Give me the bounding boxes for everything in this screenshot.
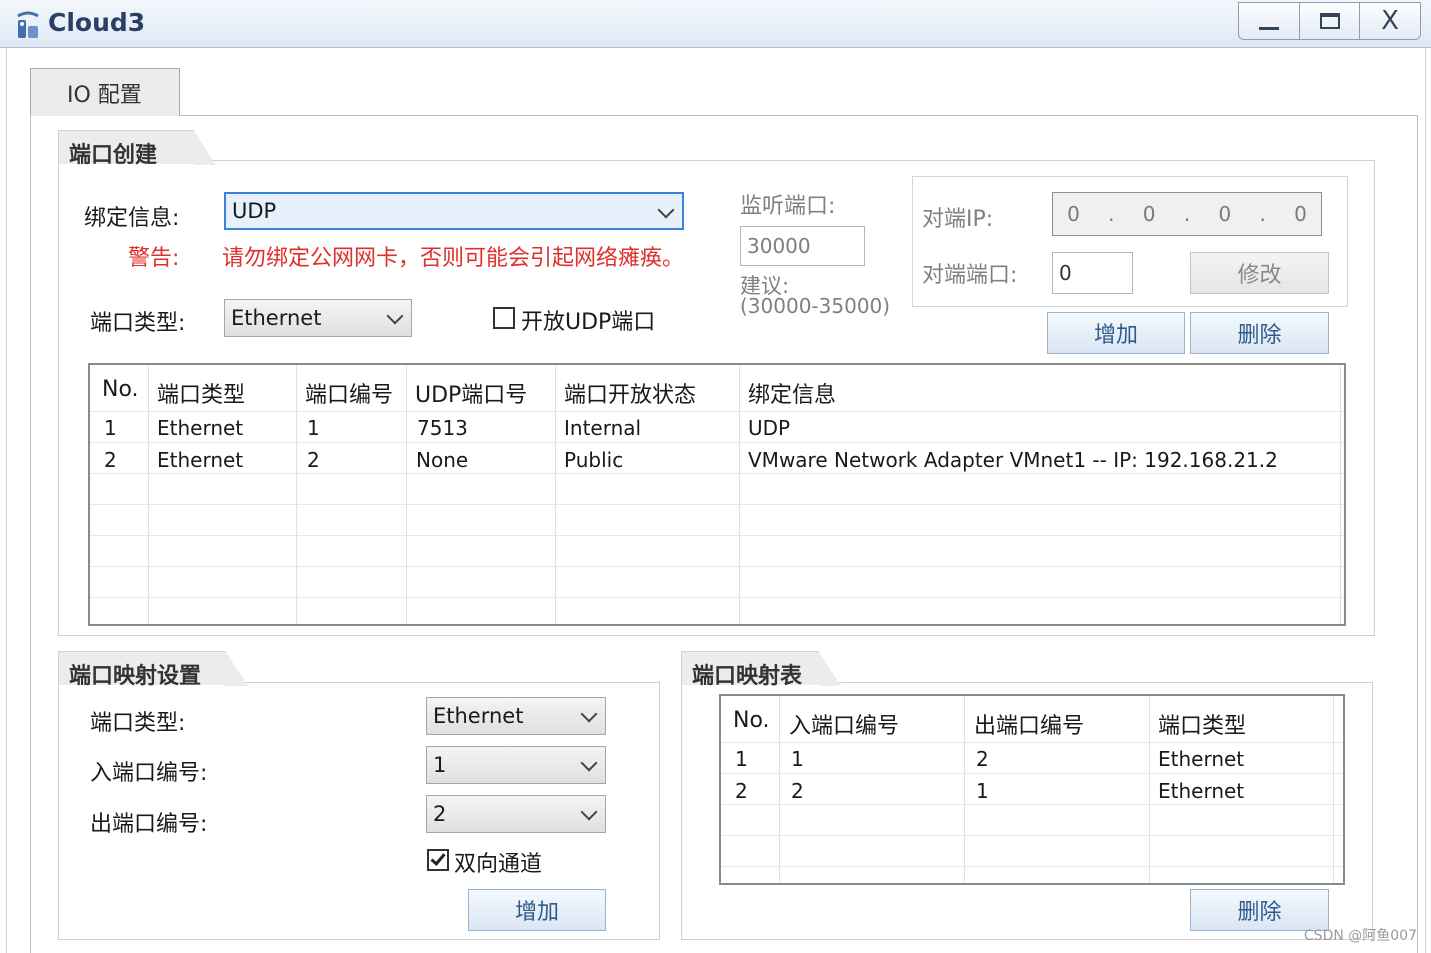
peer-ip-input[interactable]: 0 . 0 . 0 . 0 bbox=[1052, 192, 1322, 236]
mapping-table-title: 端口映射表 bbox=[681, 651, 841, 689]
column-header[interactable]: 端口类型 bbox=[1158, 708, 1246, 740]
chevron-down-icon bbox=[386, 307, 404, 325]
in-port-combo[interactable]: 1 bbox=[426, 746, 606, 784]
close-button[interactable]: X bbox=[1359, 2, 1421, 40]
cell-out-port: 1 bbox=[976, 779, 989, 803]
open-udp-label: 开放UDP端口 bbox=[521, 310, 656, 335]
port-create-title: 端口创建 bbox=[58, 130, 216, 168]
column-header[interactable]: 端口类型 bbox=[157, 377, 245, 409]
column-header[interactable]: UDP端口号 bbox=[415, 377, 527, 409]
bidirectional-checkbox[interactable] bbox=[427, 849, 449, 871]
out-port-combo[interactable]: 2 bbox=[426, 795, 606, 833]
listen-port-value: 30000 bbox=[747, 234, 811, 258]
cell-no: 2 bbox=[735, 779, 748, 803]
delete-mapping-button-label: 删除 bbox=[1237, 900, 1282, 925]
cell-port-type: Ethernet bbox=[1158, 747, 1245, 771]
peer-ip-octet: 0 bbox=[1294, 202, 1307, 226]
maximize-button[interactable] bbox=[1299, 2, 1360, 40]
mapping-settings-title: 端口映射设置 bbox=[58, 651, 248, 689]
in-port-value: 1 bbox=[433, 753, 447, 777]
peer-port-input[interactable]: 0 bbox=[1052, 252, 1133, 294]
window-title: Cloud3 bbox=[48, 8, 146, 37]
binding-combo[interactable]: UDP bbox=[224, 192, 684, 230]
peer-ip-dot: . bbox=[1259, 202, 1266, 226]
cell-in-port: 2 bbox=[791, 779, 804, 803]
peer-ip-octet: 0 bbox=[1142, 202, 1156, 226]
binding-combo-value: UDP bbox=[232, 199, 277, 223]
cell-open-state: Internal bbox=[564, 416, 642, 440]
in-port-label: 入端口编号: bbox=[90, 761, 208, 786]
add-mapping-button-label: 增加 bbox=[514, 900, 559, 925]
cell-port-type: Ethernet bbox=[1158, 779, 1245, 803]
add-port-button-label: 增加 bbox=[1093, 323, 1138, 348]
column-header[interactable]: 绑定信息 bbox=[748, 377, 836, 409]
peer-ip-dot: . bbox=[1183, 202, 1191, 226]
column-header[interactable]: 出端口编号 bbox=[974, 708, 1084, 740]
cell-port-type: Ethernet bbox=[157, 448, 244, 472]
mapping-table[interactable]: No. 入端口编号 出端口编号 端口类型 1 1 2 Ethernet 2 2 … bbox=[719, 694, 1345, 885]
minimize-icon bbox=[1259, 26, 1279, 30]
listen-port-label: 监听端口: bbox=[740, 194, 836, 219]
peer-ip-label: 对端IP: bbox=[922, 207, 994, 232]
column-header[interactable]: No. bbox=[733, 708, 770, 733]
port-type-combo-value: Ethernet bbox=[231, 306, 322, 330]
out-port-label: 出端口编号: bbox=[90, 812, 208, 837]
column-header[interactable]: 端口开放状态 bbox=[564, 377, 696, 409]
column-header[interactable]: 端口编号 bbox=[305, 377, 393, 409]
delete-port-button[interactable]: 删除 bbox=[1190, 312, 1329, 354]
cell-port-type: Ethernet bbox=[157, 416, 244, 440]
cell-binding: UDP bbox=[748, 416, 791, 440]
suggest-range: (30000-35000) bbox=[740, 294, 891, 318]
column-header[interactable]: No. bbox=[102, 377, 139, 402]
column-header[interactable]: 入端口编号 bbox=[789, 708, 899, 740]
warning-label: 警告: bbox=[128, 246, 180, 271]
port-table[interactable]: No. 端口类型 端口编号 UDP端口号 端口开放状态 绑定信息 1 Ether… bbox=[88, 363, 1346, 626]
chevron-down-icon bbox=[580, 803, 598, 821]
peer-ip-octet: 0 bbox=[1218, 202, 1232, 226]
bidirectional-label: 双向通道 bbox=[454, 852, 543, 877]
peer-port-value: 0 bbox=[1059, 261, 1072, 285]
port-type-combo[interactable]: Ethernet bbox=[224, 299, 412, 337]
maximize-icon bbox=[1319, 13, 1340, 29]
peer-ip-octet: 0 bbox=[1067, 202, 1080, 226]
watermark: CSDN @阿鱼007 bbox=[1303, 928, 1417, 944]
cell-in-port: 1 bbox=[791, 747, 804, 771]
out-port-value: 2 bbox=[433, 802, 447, 826]
chevron-down-icon bbox=[580, 754, 598, 772]
modify-button[interactable]: 修改 bbox=[1190, 252, 1329, 294]
add-port-button[interactable]: 增加 bbox=[1047, 312, 1185, 354]
cell-binding: VMware Network Adapter VMnet1 -- IP: 192… bbox=[748, 448, 1278, 472]
cell-no: 1 bbox=[735, 747, 748, 771]
tab-label: IO 配置 bbox=[67, 82, 142, 108]
listen-port-input[interactable]: 30000 bbox=[740, 226, 865, 266]
add-mapping-button[interactable]: 增加 bbox=[468, 889, 606, 931]
cloud-app-icon bbox=[17, 11, 39, 38]
cell-port-number: 2 bbox=[307, 448, 320, 472]
close-icon: X bbox=[1381, 6, 1399, 36]
peer-ip-dot: . bbox=[1108, 202, 1115, 226]
delete-port-button-label: 删除 bbox=[1237, 323, 1282, 348]
cell-no: 2 bbox=[104, 448, 117, 472]
map-port-type-label: 端口类型: bbox=[90, 711, 186, 736]
cell-open-state: Public bbox=[564, 448, 624, 472]
binding-label: 绑定信息: bbox=[84, 206, 180, 231]
tab-io-config[interactable]: IO 配置 bbox=[30, 68, 180, 116]
map-port-type-value: Ethernet bbox=[433, 704, 524, 728]
title-bar[interactable] bbox=[0, 0, 1431, 48]
cell-out-port: 2 bbox=[976, 747, 989, 771]
cell-port-number: 1 bbox=[307, 416, 320, 440]
checkmark-icon bbox=[430, 850, 446, 866]
chevron-down-icon bbox=[657, 201, 675, 219]
minimize-button[interactable] bbox=[1238, 2, 1300, 40]
modify-button-label: 修改 bbox=[1237, 263, 1282, 288]
port-type-label: 端口类型: bbox=[90, 311, 186, 336]
cell-udp-port: 7513 bbox=[417, 416, 468, 440]
map-port-type-combo[interactable]: Ethernet bbox=[426, 697, 606, 735]
cell-no: 1 bbox=[104, 416, 117, 440]
warning-text: 请勿绑定公网网卡，否则可能会引起网络瘫痪。 bbox=[222, 246, 685, 271]
peer-port-label: 对端端口: bbox=[922, 263, 1018, 288]
chevron-down-icon bbox=[580, 705, 598, 723]
cell-udp-port: None bbox=[416, 448, 469, 472]
open-udp-checkbox[interactable] bbox=[493, 307, 515, 329]
